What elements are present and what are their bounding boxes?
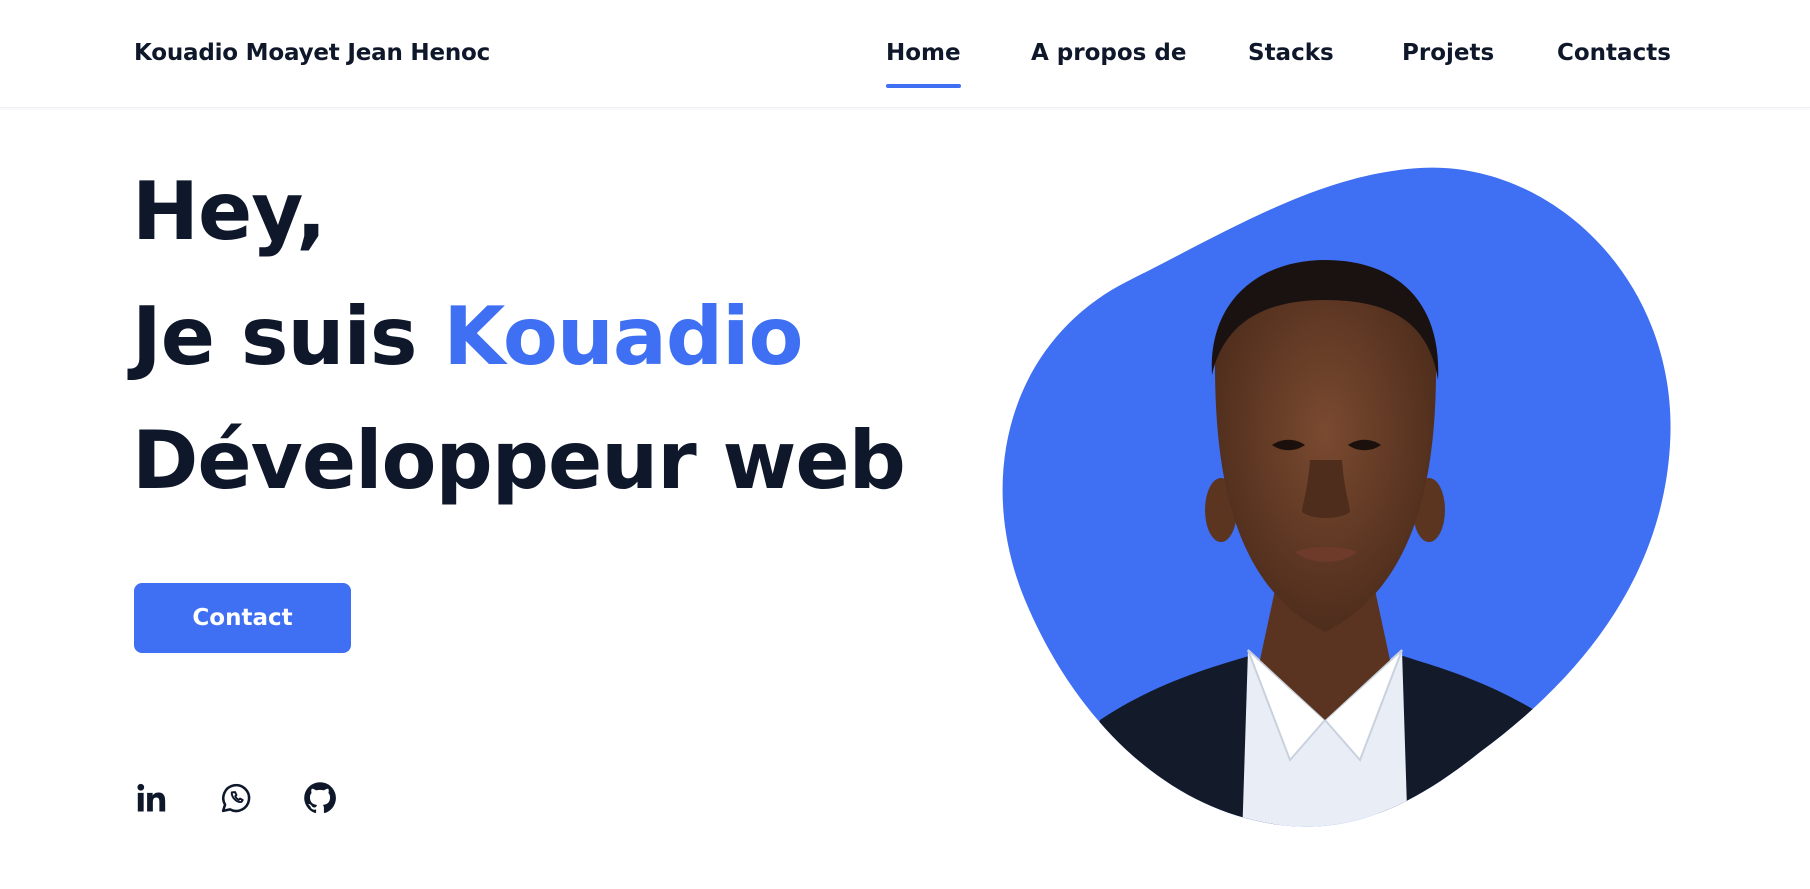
- profile-portrait: [1002, 167, 1671, 827]
- nav-home[interactable]: Home: [886, 40, 961, 88]
- hero-intro-prefix: Je suis: [132, 290, 444, 383]
- nav-contacts[interactable]: Contacts: [1557, 40, 1671, 66]
- main-nav: Home A propos de Stacks Projets Contacts: [0, 40, 1810, 90]
- nav-projects[interactable]: Projets: [1402, 40, 1494, 66]
- nav-stacks[interactable]: Stacks: [1248, 40, 1334, 66]
- hero-role: Développeur web: [132, 414, 906, 507]
- github-icon[interactable]: [302, 780, 338, 816]
- hero-intro: Je suis Kouadio: [132, 297, 803, 377]
- hero-greeting: Hey,: [132, 165, 327, 258]
- hero-name: Kouadio: [443, 290, 803, 383]
- linkedin-icon[interactable]: [133, 780, 169, 816]
- contact-button[interactable]: Contact: [134, 583, 351, 653]
- whatsapp-icon[interactable]: [218, 780, 254, 816]
- site-header: Kouadio Moayet Jean Henoc Home A propos …: [0, 0, 1810, 108]
- nav-about[interactable]: A propos de: [1031, 40, 1186, 66]
